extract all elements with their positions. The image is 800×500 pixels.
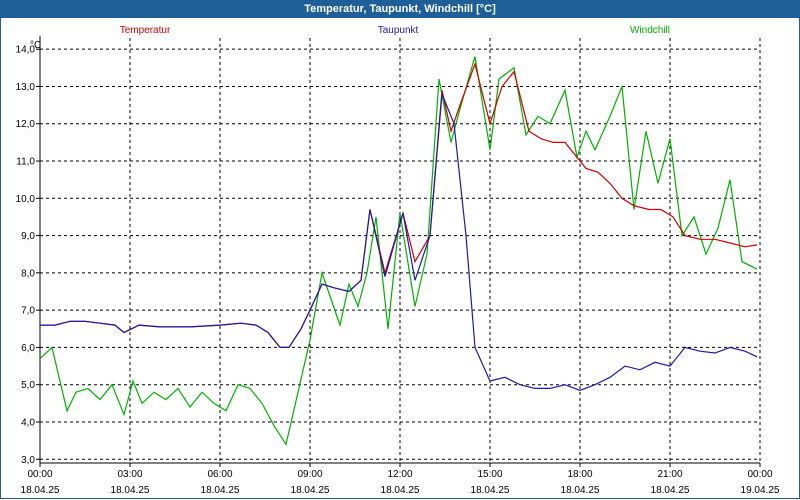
series-line-temperatur — [40, 62, 758, 348]
x-tick-time: 00:00 — [27, 469, 52, 480]
x-tick-time: 21:00 — [657, 469, 682, 480]
y-tick-label: 8,0 — [21, 268, 35, 279]
y-axis-unit: °C — [30, 40, 41, 51]
y-tick-label: 13,0 — [16, 82, 36, 93]
x-tick-date: 18.04.25 — [201, 485, 240, 496]
x-tick-date: 19.04.25 — [741, 485, 780, 496]
legend-windchill: Windchill — [630, 25, 670, 36]
y-tick-label: 5,0 — [21, 380, 35, 391]
x-tick-date: 18.04.25 — [21, 485, 60, 496]
series-layer — [39, 56, 758, 446]
legend-taupunkt: Taupunkt — [378, 25, 419, 36]
series-line-taupunkt — [40, 93, 758, 391]
x-tick-time: 12:00 — [387, 469, 412, 480]
line-chart: 3,04,05,06,07,08,09,010,011,012,013,014,… — [16, 25, 780, 496]
y-tick-label: 11,0 — [16, 157, 35, 168]
y-tick-label: 10,0 — [16, 194, 36, 205]
x-tick-time: 15:00 — [477, 469, 502, 480]
x-tick-date: 18.04.25 — [291, 485, 330, 496]
y-tick-label: 12,0 — [16, 119, 36, 130]
series-line-windchill — [39, 56, 758, 446]
grid-lines — [40, 38, 761, 463]
x-tick-time: 00:00 — [747, 469, 772, 480]
x-tick-date: 18.04.25 — [381, 485, 420, 496]
y-tick-label: 4,0 — [21, 417, 35, 428]
x-tick-date: 18.04.25 — [651, 485, 690, 496]
x-tick-date: 18.04.25 — [111, 485, 150, 496]
y-tick-label: 3,0 — [21, 455, 35, 466]
y-tick-label: 7,0 — [21, 306, 35, 317]
y-tick-label: 6,0 — [21, 343, 35, 354]
legend-temperatur: Temperatur — [120, 25, 171, 36]
x-tick-date: 18.04.25 — [471, 485, 510, 496]
y-tick-label: 9,0 — [21, 231, 35, 242]
x-tick-time: 09:00 — [297, 469, 322, 480]
x-tick-time: 06:00 — [207, 469, 232, 480]
axes — [36, 36, 761, 467]
x-tick-time: 03:00 — [117, 469, 142, 480]
x-tick-date: 18.04.25 — [561, 485, 600, 496]
x-tick-time: 18:00 — [567, 469, 592, 480]
